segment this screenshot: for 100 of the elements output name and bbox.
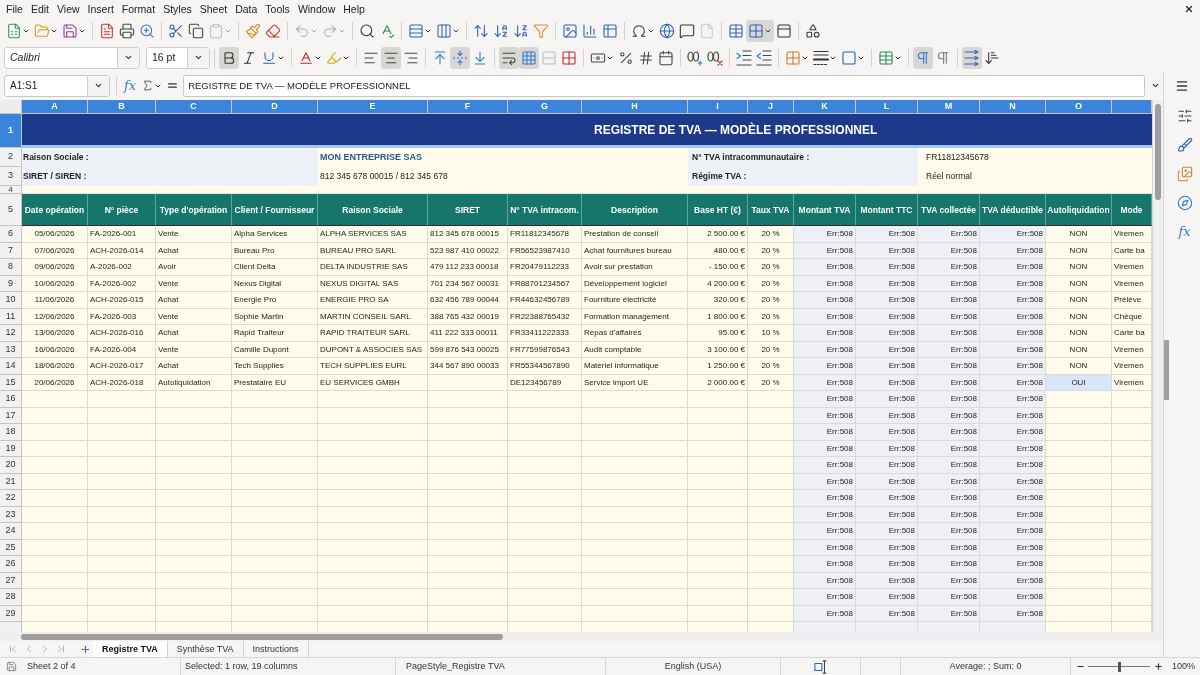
- row-number[interactable]: 28: [0, 589, 22, 606]
- column-letter[interactable]: D: [232, 100, 318, 114]
- zeros-plus-icon: [687, 49, 703, 66]
- grid-icon: [561, 49, 577, 66]
- row-number[interactable]: 8: [0, 259, 22, 276]
- column-letter[interactable]: I: [688, 100, 748, 114]
- row-number[interactable]: 4: [0, 186, 22, 194]
- column-letter[interactable]: J: [748, 100, 794, 114]
- menu-item[interactable]: Help: [339, 0, 369, 18]
- column-letter[interactable]: [1112, 100, 1152, 114]
- row-number[interactable]: 10: [0, 292, 22, 309]
- function-wizard-button[interactable]: fx: [123, 77, 138, 94]
- row-number[interactable]: 14: [0, 358, 22, 375]
- table-header-cell: N° TVA intracom.: [508, 194, 582, 226]
- sum-button[interactable]: [141, 79, 163, 92]
- menu-item[interactable]: Window: [293, 0, 340, 18]
- menu-item[interactable]: Insert: [83, 0, 118, 18]
- horizontal-text-button[interactable]: [962, 46, 982, 69]
- sidebar-collapse-handle[interactable]: [1164, 340, 1169, 400]
- table-cell: Prélève: [1112, 292, 1152, 309]
- copy-icon: [188, 23, 204, 39]
- table-cell: ACH-2026-015: [88, 292, 156, 309]
- menu-item[interactable]: Data: [231, 0, 262, 18]
- spreadsheet-icon: [6, 23, 22, 39]
- column-letter[interactable]: C: [156, 100, 232, 114]
- align-center-button[interactable]: [381, 46, 401, 69]
- table-cell: FR33411222333: [508, 325, 582, 342]
- table-cell: Err:508: [794, 457, 856, 474]
- table-cell: 11/06/2026: [22, 292, 88, 309]
- scrollbar-thumb[interactable]: [1155, 104, 1161, 200]
- functions-button[interactable]: fx: [1178, 223, 1191, 241]
- caret-icon: [338, 27, 346, 35]
- compass-icon: [1176, 195, 1193, 211]
- zoom-slider[interactable]: [1088, 661, 1150, 672]
- row-number[interactable]: 18: [0, 424, 22, 441]
- table-cell: Err:508: [794, 523, 856, 540]
- underline-icon: [261, 49, 277, 66]
- zoom-in-button[interactable]: [1153, 661, 1163, 672]
- table-cell: FR55344567890: [508, 358, 582, 375]
- menu-item[interactable]: Styles: [159, 0, 196, 18]
- sheet-tab[interactable]: Registre TVA: [93, 641, 168, 657]
- menu-item[interactable]: View: [53, 0, 84, 18]
- table-cell: NON: [1046, 292, 1112, 309]
- indent-icon: [736, 49, 752, 66]
- menu-item[interactable]: Tools: [261, 0, 294, 18]
- column-letter[interactable]: M: [918, 100, 980, 114]
- column-letter[interactable]: A: [22, 100, 88, 114]
- hash-icon: [638, 49, 654, 66]
- grid-icon: [521, 49, 537, 66]
- column-letter[interactable]: G: [508, 100, 582, 114]
- paintbrush-icon: [245, 23, 261, 39]
- merge-center-button[interactable]: [519, 46, 539, 69]
- font-name-field[interactable]: Calibri: [4, 46, 140, 69]
- lines-icon: [813, 49, 829, 66]
- row-number[interactable]: 22: [0, 490, 22, 507]
- brush-icon: [1176, 137, 1193, 153]
- bold-button[interactable]: [219, 46, 239, 69]
- name-box[interactable]: A1:S1: [4, 74, 110, 97]
- vertical-scrollbar[interactable]: [1152, 100, 1163, 632]
- center-vertically-button[interactable]: [450, 46, 470, 69]
- column-letter[interactable]: B: [88, 100, 156, 114]
- caret-icon: [78, 27, 86, 35]
- slider-thumb[interactable]: [1117, 661, 1121, 672]
- row-number[interactable]: 24: [0, 523, 22, 540]
- outdent-icon: [756, 49, 772, 66]
- font-size-field[interactable]: 16 pt: [146, 46, 210, 69]
- globe-icon: [659, 23, 675, 39]
- menu-item[interactable]: Edit: [26, 0, 53, 18]
- row-number[interactable]: 26: [0, 556, 22, 573]
- scrollbar-thumb[interactable]: [21, 633, 503, 640]
- wrap-text-button[interactable]: [499, 46, 519, 69]
- table-cell: 632 456 789 00044: [428, 292, 508, 309]
- row-number[interactable]: 1: [0, 114, 22, 148]
- table-cell: Viremen: [1112, 259, 1152, 276]
- column-letter[interactable]: O: [1046, 100, 1112, 114]
- table-cell: Err:508: [794, 259, 856, 276]
- row-number[interactable]: 20: [0, 457, 22, 474]
- row-number[interactable]: 5: [0, 194, 22, 226]
- freeze-button[interactable]: [746, 20, 774, 42]
- formula-input[interactable]: REGISTRE DE TVA — MODÈLE PROFESSIONNEL: [183, 74, 1145, 97]
- row-number[interactable]: 3: [0, 167, 22, 186]
- menu-item[interactable]: Sheet: [195, 0, 232, 18]
- column-letter[interactable]: F: [428, 100, 508, 114]
- language[interactable]: English (USA): [664, 659, 722, 674]
- column-letter[interactable]: H: [582, 100, 688, 114]
- left-to-right-button[interactable]: [913, 46, 933, 69]
- column-letter[interactable]: L: [856, 100, 918, 114]
- row-number[interactable]: 12: [0, 325, 22, 342]
- row-number[interactable]: 16: [0, 391, 22, 408]
- table-header-cell: Raison Sociale: [318, 194, 428, 226]
- column-letter[interactable]: N: [980, 100, 1046, 114]
- menu-item[interactable]: Format: [117, 0, 160, 18]
- row-number[interactable]: 6: [0, 226, 22, 243]
- rectangle-cursor-icon[interactable]: [812, 659, 829, 674]
- menu-item[interactable]: File: [2, 0, 27, 18]
- row-number[interactable]: 2: [0, 148, 22, 167]
- zoom-level[interactable]: 100%: [1172, 659, 1196, 674]
- column-letter[interactable]: E: [318, 100, 428, 114]
- column-letter[interactable]: K: [794, 100, 856, 114]
- table-cell: Err:508: [794, 490, 856, 507]
